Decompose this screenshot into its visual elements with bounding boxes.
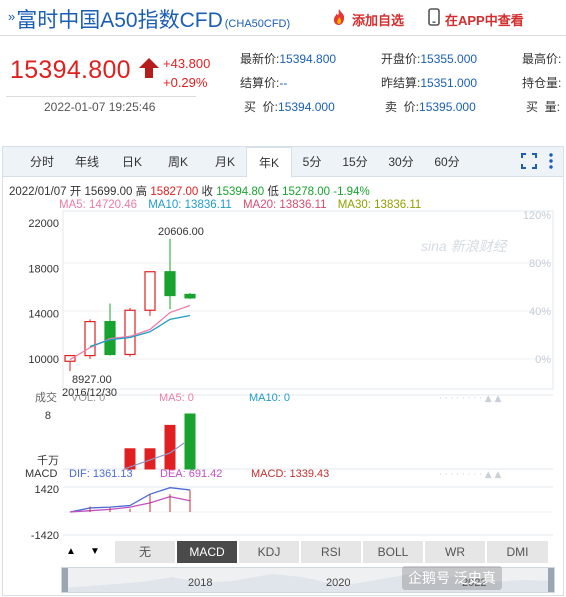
up-arrow-icon (138, 56, 160, 85)
candle-body (184, 293, 196, 299)
scroll-down-button[interactable]: ▼ (83, 541, 107, 563)
y-tick-label: 14000 (28, 309, 59, 321)
indicator-none[interactable]: 无 (115, 541, 176, 563)
field-label: 最新价: (240, 52, 280, 66)
vol-ma5-legend: MA5: 0 (159, 392, 194, 404)
high-annotation: 20606.00 (158, 226, 204, 238)
quote-field-open-interest: 持仓量: (522, 74, 561, 91)
field-value: 15394.800 (279, 52, 337, 66)
field-label: 开盘价: (381, 52, 421, 66)
indicator-kdj[interactable]: KDJ (239, 541, 300, 563)
macd-tick-top: 1420 (35, 484, 59, 496)
scroll-up-button[interactable]: ▲ (59, 541, 83, 563)
quote-field-bid-volume: 买 量: (526, 98, 560, 115)
low-annotation: 8927.00 (72, 374, 112, 386)
field-value: 15394.000 (278, 100, 335, 114)
view-in-app-button[interactable]: 在APP中查看 (428, 8, 524, 31)
right-tick-label: 120% (523, 210, 551, 222)
field-value: 15355.000 (420, 52, 478, 66)
indicator-dmi[interactable]: DMI (487, 541, 549, 563)
dif-legend: DIF: 1361.13 (69, 468, 133, 480)
indicator-bar: ▲ ▼ 无 MACD KDJ RSI BOLL WR DMI (3, 541, 563, 563)
vol-legend: VOL: 0 (71, 392, 105, 404)
vol-tick-unit: 千万 (37, 454, 59, 467)
phone-icon (428, 8, 440, 31)
field-label: 买 量: (526, 100, 561, 114)
quote-field-high: 最高价: (522, 50, 561, 67)
indicator-macd[interactable]: MACD (177, 541, 238, 563)
timeline-right-handle[interactable] (548, 568, 554, 592)
change-percent: +0.29% (163, 75, 208, 90)
volume-bar (164, 424, 176, 470)
macd-title: MACD (25, 468, 57, 480)
field-label: 卖 价: (385, 100, 420, 114)
y-axis-ticks: 10000 14000 18000 22000 (28, 218, 59, 366)
candle-body (164, 271, 176, 297)
indicator-wr[interactable]: WR (425, 541, 486, 563)
timeline-label-2018: 2018 (188, 577, 213, 589)
y-tick-label: 18000 (28, 263, 59, 275)
vol-ma10-legend: MA10: 0 (249, 392, 290, 404)
candle-body (124, 309, 136, 356)
y-tick-label: 22000 (28, 218, 59, 230)
page-header: »富时中国A50指数CFD (CHA50CFD) 添加自选 在APP中查看 (0, 0, 566, 36)
add-favorite-button[interactable]: 添加自选 (330, 8, 404, 31)
candle-body (64, 355, 76, 362)
macd-tick-bottom: -1420 (31, 530, 59, 541)
volume-title: 成交 (35, 390, 57, 404)
add-favorite-label: 添加自选 (352, 13, 405, 28)
instrument-code: (CHA50CFD) (224, 18, 291, 30)
instrument-name: 富时中国A50指数CFD (16, 9, 223, 32)
macd-legend: MACD: 1339.43 (251, 468, 329, 480)
last-price: 15394.800 (10, 56, 131, 84)
fire-icon (330, 8, 348, 31)
field-label: 买 价: (244, 100, 279, 114)
field-label: 昨结算: (381, 76, 421, 90)
title-prefix: » (8, 9, 16, 24)
quote-datetime: 2022-01-07 19:25:46 (44, 100, 156, 114)
field-label: 持仓量: (522, 76, 562, 90)
price-change: +43.800 +0.29% (163, 54, 210, 92)
kline-chart[interactable]: sina 新浪财经 10000 14000 18000 22000 0% 40% 80% 1… (3, 147, 563, 541)
quote-field-open: 开盘价:15355.000 (381, 50, 477, 67)
indicator-rsi[interactable]: RSI (301, 541, 362, 563)
timeline-left-handle[interactable] (62, 568, 68, 592)
indicator-boll[interactable]: BOLL (363, 541, 424, 563)
volume-bars (123, 413, 196, 470)
dea-legend: DEA: 691.42 (160, 468, 222, 480)
sina-watermark: sina 新浪财经 (421, 238, 509, 254)
chart-panel: 分时 年线 日K 周K 月K 年K 5分 15分 30分 60分 2022/01… (2, 146, 564, 596)
right-tick-label: 80% (529, 258, 551, 270)
field-value: 15351.000 (420, 76, 478, 90)
quote-field-prev-settle: 昨结算:15351.000 (381, 74, 477, 91)
vol-settings-dots: · · · · · · · · ▲ ▲ (439, 394, 502, 404)
right-tick-label: 0% (535, 354, 551, 366)
quote-field-ask: 卖 价:15395.000 (385, 98, 476, 115)
source-watermark: 企鹅号 泛史真 (402, 566, 502, 590)
field-value: 15395.000 (419, 100, 476, 114)
quote-field-last: 最新价:15394.800 (240, 50, 336, 67)
volume-bar (184, 413, 196, 470)
quote-field-settle: 结算价:-- (240, 74, 287, 91)
right-axis-ticks: 0% 40% 80% 120% (523, 210, 551, 366)
macd-line (69, 487, 191, 513)
quote-field-bid: 买 价:15394.000 (244, 98, 335, 115)
instrument-title: »富时中国A50指数CFD (CHA50CFD) (8, 4, 290, 34)
timeline-label-2020: 2020 (326, 577, 351, 589)
field-value: -- (279, 76, 288, 90)
right-tick-label: 40% (529, 306, 551, 318)
view-in-app-label: 在APP中查看 (445, 13, 524, 28)
change-amount: +43.800 (163, 56, 211, 71)
field-label: 最高价: (522, 52, 562, 66)
y-tick-label: 10000 (28, 354, 59, 366)
vol-tick-top: 8 (45, 410, 51, 422)
quote-divider (6, 96, 196, 97)
field-label: 结算价: (240, 76, 280, 90)
candle-body (144, 271, 156, 311)
macd-settings-dots: · · · · · · · · ▲ ▲ (439, 470, 502, 480)
